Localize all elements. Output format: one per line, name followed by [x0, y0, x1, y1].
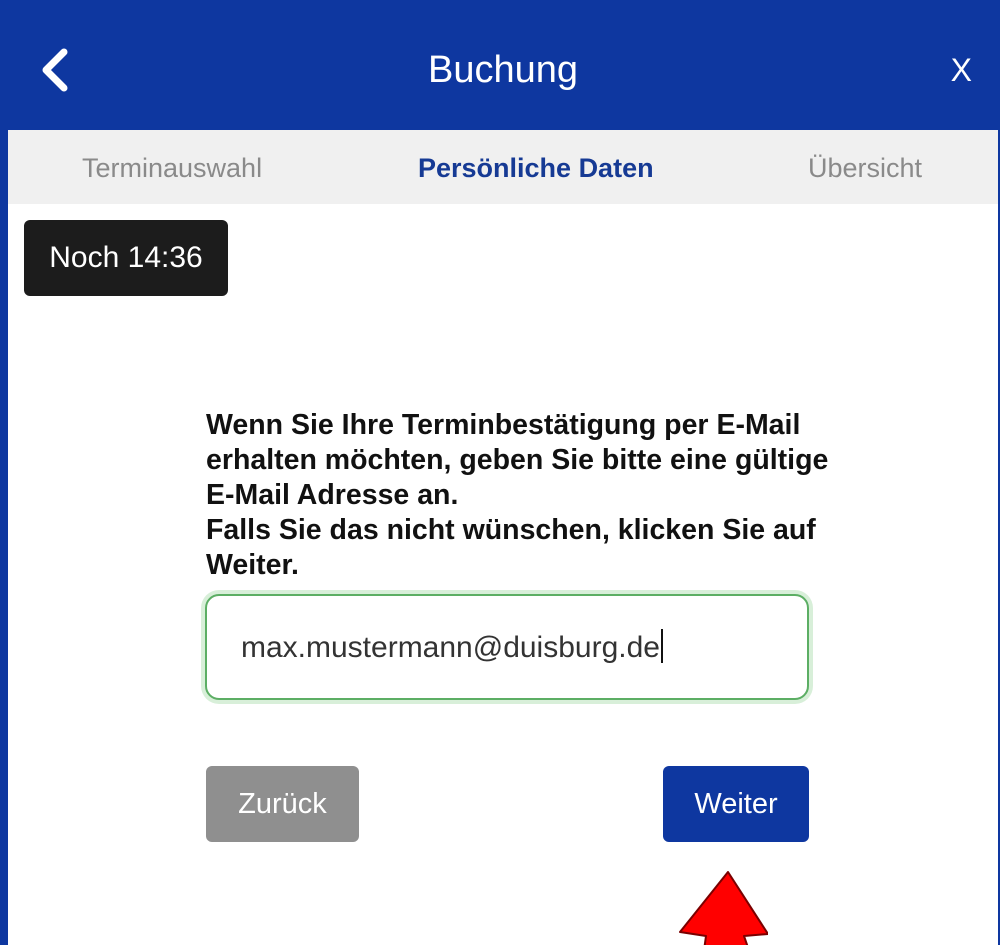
header-bar: Buchung X [8, 8, 998, 130]
email-field-value: max.mustermann@duisburg.de [241, 629, 663, 667]
step-uebersicht[interactable]: Übersicht [808, 152, 922, 184]
email-text: max.mustermann@duisburg.de [241, 631, 660, 664]
step-navigation: Terminauswahl Persönliche Daten Übersich… [8, 130, 998, 204]
red-arrow-icon [679, 871, 768, 945]
next-button[interactable]: Weiter [663, 766, 809, 842]
instruction-hint: Falls Sie das nicht wünschen, klicken Si… [206, 514, 816, 581]
booking-window: Buchung X Terminauswahl Persönliche Date… [0, 0, 1000, 945]
back-icon[interactable] [36, 44, 76, 96]
text-caret [660, 629, 663, 663]
step-terminauswahl[interactable]: Terminauswahl [82, 152, 262, 184]
instruction-text: Wenn Sie Ihre Terminbestätigung per E-Ma… [206, 409, 829, 511]
back-button[interactable]: Zurück [206, 766, 359, 842]
step-persoenliche-daten[interactable]: Persönliche Daten [418, 152, 654, 184]
email-field[interactable]: max.mustermann@duisburg.de [205, 594, 809, 700]
countdown-timer: Noch 14:36 [24, 220, 228, 296]
email-instructions: Wenn Sie Ihre Terminbestätigung per E-Ma… [206, 408, 846, 583]
close-button[interactable]: X [951, 48, 972, 92]
page-title: Buchung [427, 49, 578, 91]
